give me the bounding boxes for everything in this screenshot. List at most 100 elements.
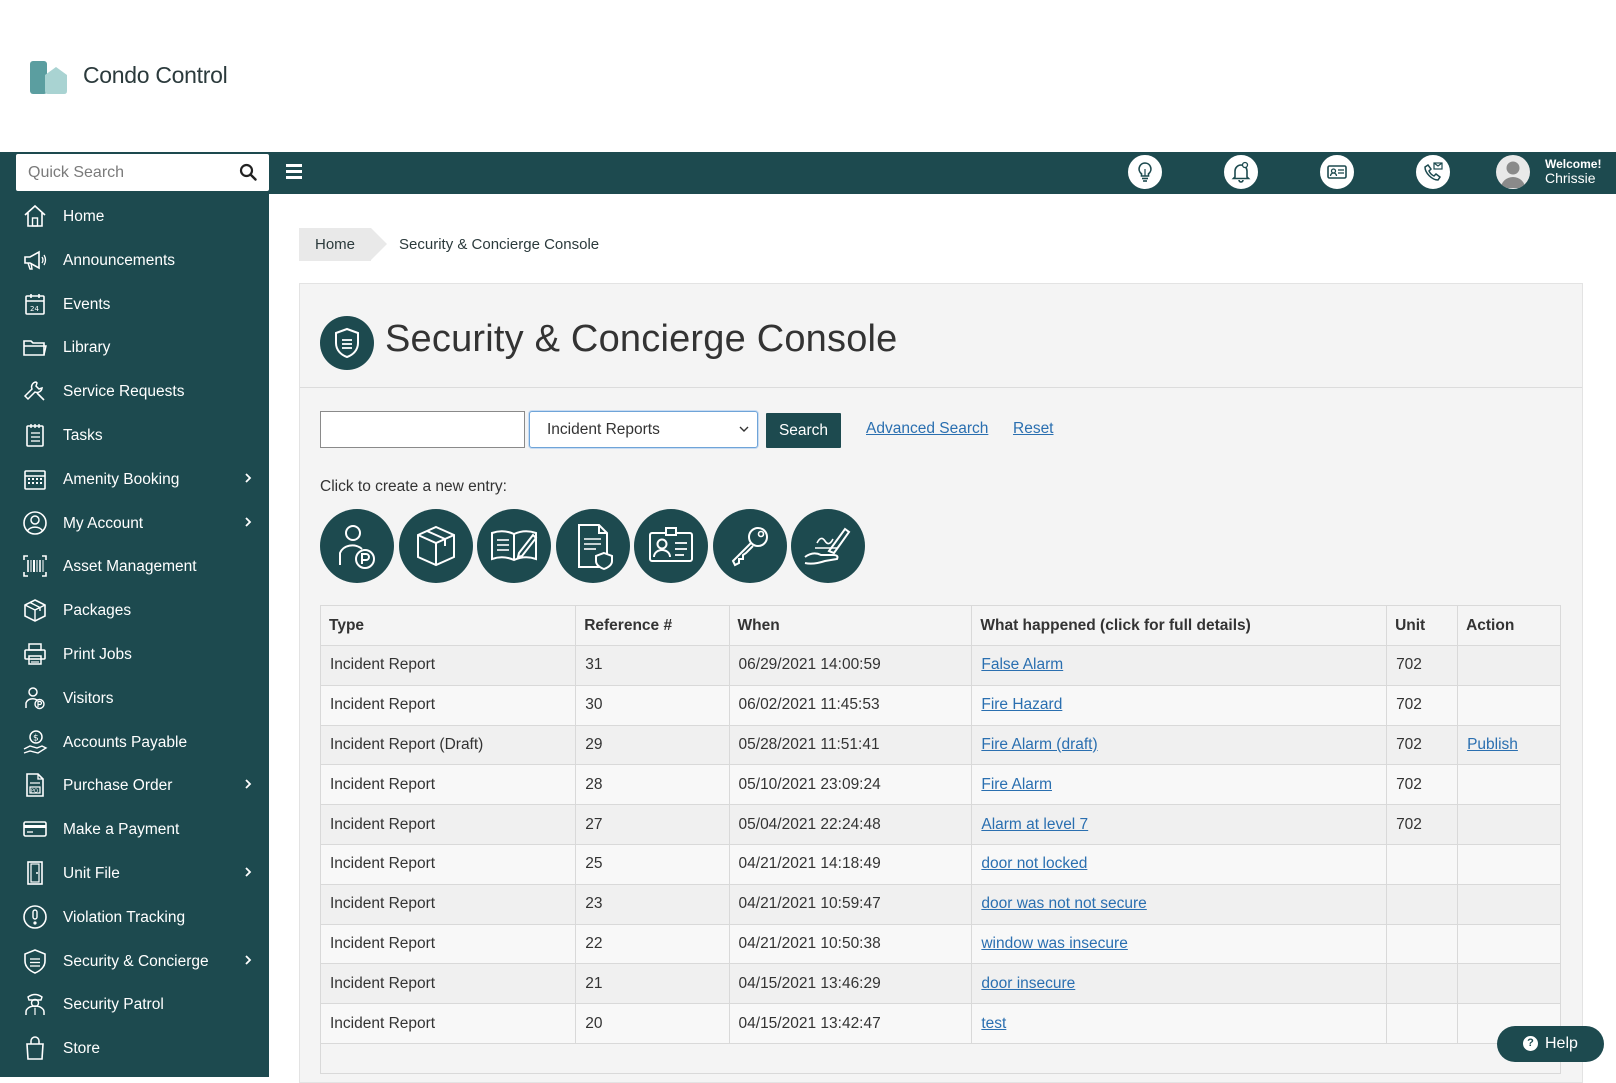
money-hand-icon: $ bbox=[23, 729, 48, 754]
avatar[interactable] bbox=[1496, 155, 1530, 189]
sidebar-item-store[interactable]: Store bbox=[0, 1026, 269, 1070]
sidebar-item-service-requests[interactable]: Service Requests bbox=[0, 369, 269, 413]
column-header[interactable]: What happened (click for full details) bbox=[971, 605, 1388, 646]
breadcrumb-home[interactable]: Home bbox=[299, 228, 388, 261]
sidebar-item-purchase-order[interactable]: PO Purchase Order bbox=[0, 763, 269, 807]
shield-icon bbox=[320, 316, 374, 370]
incident-details-link[interactable]: window was insecure bbox=[981, 935, 1127, 952]
sidebar-item-label: Security Patrol bbox=[63, 996, 164, 1014]
door-icon bbox=[27, 861, 43, 885]
sidebar-item-visitors[interactable]: Visitors bbox=[0, 676, 269, 720]
publish-link[interactable]: Publish bbox=[1467, 736, 1518, 753]
key-icon[interactable] bbox=[712, 509, 787, 583]
chevron-right-icon[interactable] bbox=[243, 471, 253, 485]
sidebar-item-home[interactable]: Home bbox=[0, 194, 269, 238]
cell-what: Alarm at level 7 bbox=[971, 804, 1388, 845]
visitor-parking-icon[interactable] bbox=[320, 509, 394, 583]
advanced-search-link[interactable]: Advanced Search bbox=[866, 420, 988, 438]
sidebar-item-asset-management[interactable]: Asset Management bbox=[0, 544, 269, 588]
sidebar-item-tasks[interactable]: Tasks bbox=[0, 413, 269, 457]
incident-details-link[interactable]: door was not not secure bbox=[981, 895, 1146, 912]
phone-mail-icon[interactable] bbox=[1416, 155, 1450, 189]
incident-details-link[interactable]: Fire Alarm (draft) bbox=[981, 736, 1097, 753]
entry-type-select[interactable]: Incident Reports bbox=[529, 411, 758, 448]
sidebar-item-label: Packages bbox=[63, 602, 132, 620]
sidebar-item-make-a-payment[interactable]: Make a Payment bbox=[0, 807, 269, 851]
column-header[interactable]: Action bbox=[1457, 605, 1561, 646]
sidebar-item-library[interactable]: Library bbox=[0, 325, 269, 369]
incident-details-link[interactable]: door not locked bbox=[981, 855, 1087, 872]
create-entry-buttons bbox=[320, 509, 870, 583]
cell-type: Incident Report bbox=[319, 645, 577, 686]
sidebar-item-security-and-concierge[interactable]: Security & Concierge bbox=[0, 939, 269, 983]
sidebar-item-announcements[interactable]: Announcements bbox=[0, 238, 269, 282]
sidebar-item-violation-tracking[interactable]: Violation Tracking bbox=[0, 895, 269, 939]
hamburger-menu-icon[interactable] bbox=[286, 164, 304, 180]
incident-details-link[interactable]: door insecure bbox=[981, 975, 1075, 992]
visitor-icon bbox=[25, 687, 45, 709]
signature-icon[interactable] bbox=[791, 509, 865, 583]
sidebar-item-packages[interactable]: Packages bbox=[0, 588, 269, 632]
cell-type: Incident Report bbox=[319, 963, 577, 1005]
printer-icon bbox=[24, 643, 46, 665]
po-document-icon: PO bbox=[26, 773, 44, 798]
bell-icon[interactable] bbox=[1224, 155, 1258, 189]
sidebar-item-label: Unit File bbox=[63, 864, 120, 882]
incident-details-link[interactable]: Alarm at level 7 bbox=[981, 816, 1088, 833]
column-header[interactable]: When bbox=[728, 605, 973, 646]
sidebar-item-my-account[interactable]: My Account bbox=[0, 501, 269, 545]
search-icon[interactable] bbox=[239, 163, 257, 181]
cell-reference: 27 bbox=[575, 804, 730, 845]
cell-reference: 22 bbox=[575, 923, 730, 965]
incident-details-link[interactable]: Fire Hazard bbox=[981, 696, 1062, 713]
id-badge-icon[interactable] bbox=[634, 509, 708, 583]
sidebar: Home Announcements 24 Events Library Service … bbox=[0, 194, 269, 1077]
search-button[interactable]: Search bbox=[766, 413, 841, 448]
sidebar-item-security-patrol[interactable]: Security Patrol bbox=[0, 982, 269, 1026]
cell-type: Incident Report bbox=[319, 764, 577, 806]
table-row: Incident Report 25 04/21/2021 14:18:49 door… bbox=[319, 843, 1561, 885]
chevron-right-icon[interactable] bbox=[243, 515, 253, 529]
quick-search-input[interactable] bbox=[16, 154, 231, 191]
guard-icon bbox=[25, 994, 45, 1016]
column-header[interactable]: Reference # bbox=[575, 605, 730, 646]
lightbulb-icon[interactable] bbox=[1128, 155, 1162, 189]
column-header[interactable]: Type bbox=[319, 605, 577, 646]
reset-link[interactable]: Reset bbox=[1013, 420, 1054, 438]
top-bar: Welcome! Chrissie bbox=[0, 152, 1616, 194]
incident-details-link[interactable]: Fire Alarm bbox=[981, 776, 1052, 793]
folder-icon bbox=[23, 340, 47, 357]
sidebar-item-accounts-payable[interactable]: $ Accounts Payable bbox=[0, 720, 269, 764]
table-row: Incident Report 30 06/02/2021 11:45:53 Fire… bbox=[319, 684, 1561, 726]
incident-report-icon[interactable] bbox=[555, 509, 630, 583]
logbook-icon[interactable] bbox=[477, 509, 551, 583]
cell-when: 04/21/2021 10:50:38 bbox=[728, 923, 973, 965]
cell-when: 05/04/2021 22:24:48 bbox=[728, 804, 973, 845]
column-header[interactable]: Unit bbox=[1386, 605, 1459, 646]
id-card-icon[interactable] bbox=[1320, 155, 1354, 189]
incident-details-link[interactable]: False Alarm bbox=[981, 656, 1063, 673]
sidebar-item-print-jobs[interactable]: Print Jobs bbox=[0, 632, 269, 676]
cell-unit bbox=[1386, 883, 1459, 925]
sidebar-item-events[interactable]: 24 Events bbox=[0, 282, 269, 326]
condo-control-logo-icon bbox=[30, 61, 67, 94]
package-icon[interactable] bbox=[398, 509, 473, 583]
chevron-right-icon[interactable] bbox=[243, 777, 253, 791]
sidebar-item-amenity-booking[interactable]: Amenity Booking bbox=[0, 457, 269, 501]
table-footer-row bbox=[320, 1042, 1561, 1074]
cell-unit: 702 bbox=[1386, 804, 1459, 845]
help-button[interactable]: ? Help bbox=[1497, 1026, 1604, 1062]
chevron-right-icon[interactable] bbox=[243, 865, 253, 879]
cell-type: Incident Report bbox=[319, 883, 577, 925]
welcome-label: Welcome! bbox=[1545, 157, 1602, 171]
help-label: Help bbox=[1545, 1035, 1578, 1052]
sidebar-item-label: Security & Concierge bbox=[63, 952, 209, 970]
sidebar-item-label: Make a Payment bbox=[63, 821, 180, 839]
chevron-right-icon[interactable] bbox=[243, 953, 253, 967]
welcome-text[interactable]: Welcome! Chrissie bbox=[1545, 157, 1601, 185]
keyword-input[interactable] bbox=[320, 411, 525, 448]
cell-when: 04/15/2021 13:42:47 bbox=[728, 1003, 973, 1044]
incident-details-link[interactable]: test bbox=[981, 1015, 1006, 1032]
sidebar-item-unit-file[interactable]: Unit File bbox=[0, 851, 269, 895]
cell-unit bbox=[1386, 843, 1459, 885]
